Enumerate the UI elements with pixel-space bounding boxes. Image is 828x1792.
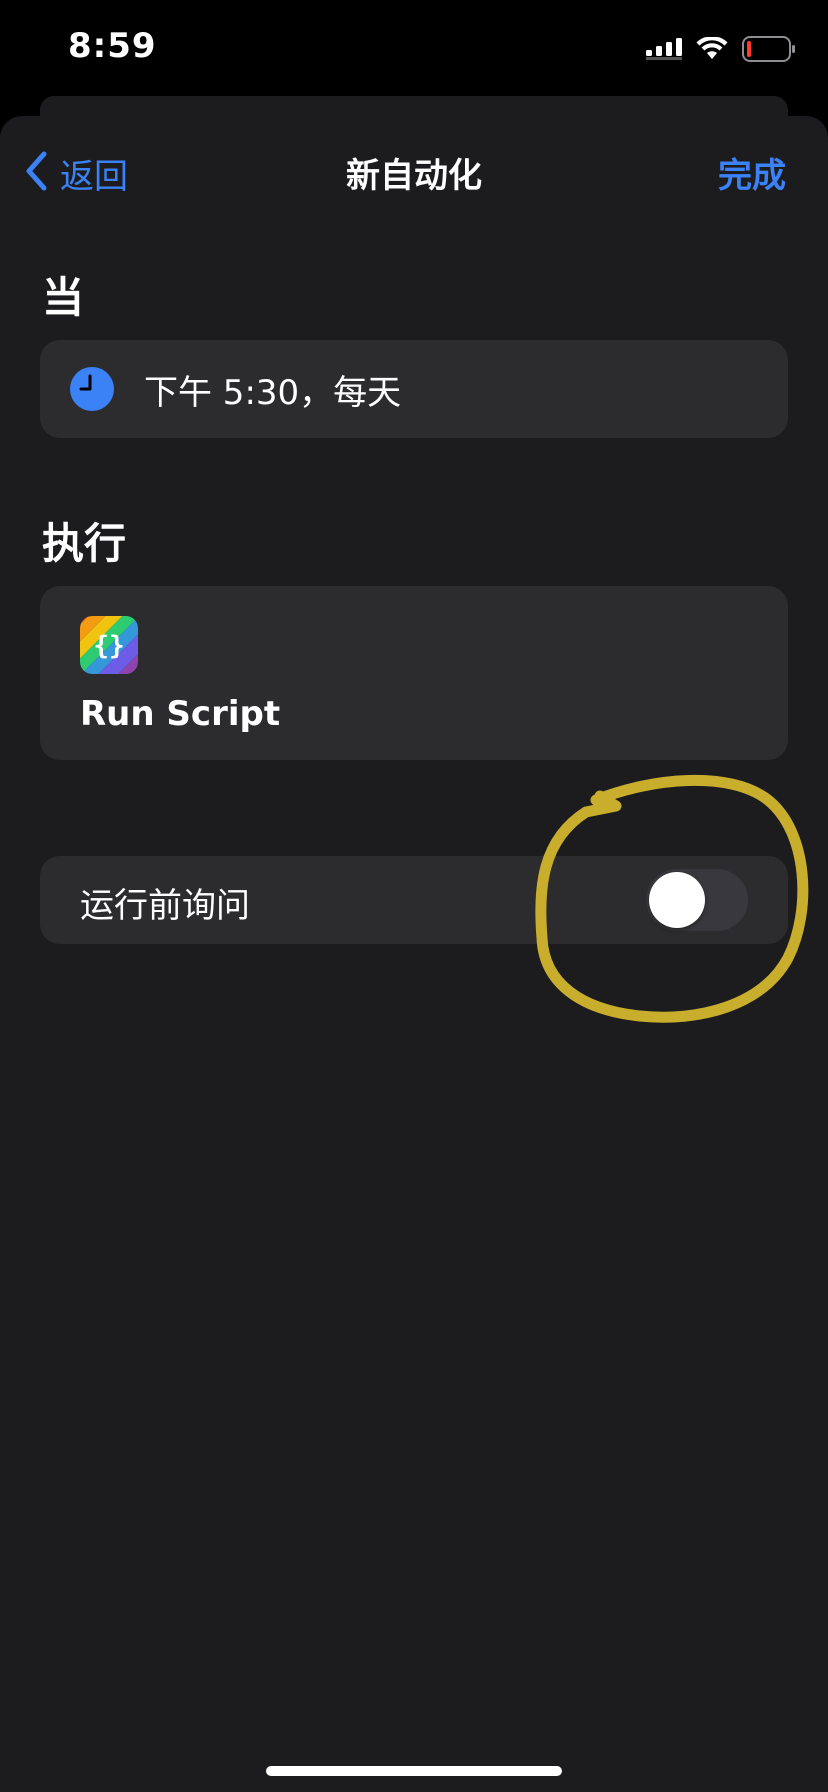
action-card[interactable]: {} Run Script — [40, 586, 788, 760]
ask-before-running-row: 运行前询问 — [40, 856, 788, 944]
toggle-knob — [649, 872, 705, 928]
done-button[interactable]: 完成 — [718, 148, 786, 197]
status-icons — [646, 34, 796, 64]
screen: 8:59 返回 新自动化 完成 当 下午 5:30，每天 执行 {} Run S… — [0, 0, 828, 1792]
do-section-header: 执行 — [42, 519, 127, 568]
trigger-row[interactable]: 下午 5:30，每天 — [40, 340, 788, 438]
clock-icon — [70, 367, 114, 411]
action-label: Run Script — [80, 694, 281, 734]
battery-low-icon — [742, 36, 796, 62]
scriptable-braces-icon: {} — [80, 616, 138, 674]
trigger-text: 下午 5:30，每天 — [144, 372, 402, 413]
wifi-icon — [696, 37, 728, 61]
cellular-signal-icon — [646, 38, 682, 60]
ask-before-running-toggle[interactable] — [646, 869, 748, 931]
status-time: 8:59 — [68, 26, 157, 66]
when-section-header: 当 — [42, 273, 85, 322]
ask-before-running-label: 运行前询问 — [80, 886, 250, 926]
svg-text:{}: {} — [93, 631, 124, 661]
home-indicator[interactable] — [266, 1766, 562, 1776]
page-title: 新自动化 — [346, 156, 482, 196]
